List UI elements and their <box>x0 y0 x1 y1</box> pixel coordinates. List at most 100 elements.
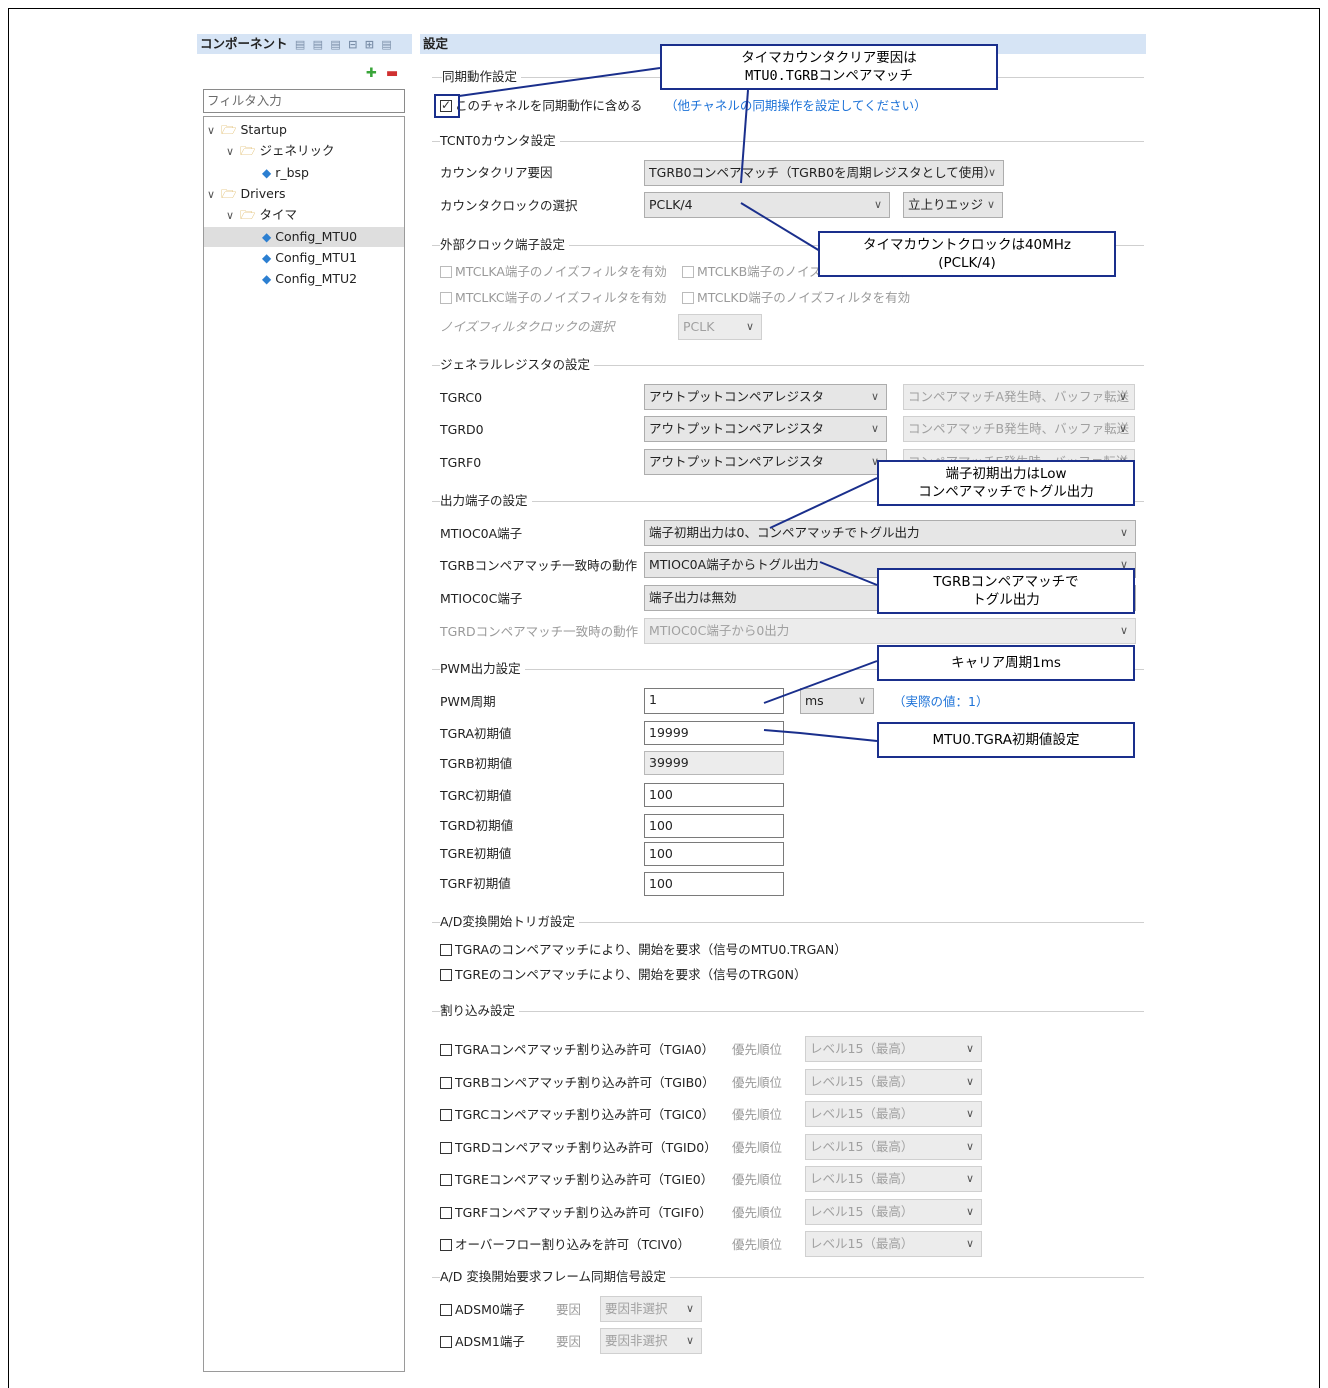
folder-icon: 🗁 <box>221 186 237 201</box>
checkbox[interactable] <box>440 1142 452 1154</box>
mtclkd-checkbox[interactable]: MTCLKD端子のノイズフィルタを有効 <box>682 290 910 306</box>
checkbox[interactable] <box>440 1174 452 1186</box>
checkbox[interactable] <box>440 1207 452 1219</box>
clock-edge-select[interactable]: 立上りエッジ ∨ <box>903 192 1003 218</box>
chevron-down-icon[interactable]: ∨ <box>207 185 221 205</box>
mtioc0a-select[interactable]: 端子初期出力は0、コンペアマッチでトグル出力 ∨ <box>644 520 1136 546</box>
toolbar-icon[interactable]: ▤ <box>313 35 323 55</box>
tgrd0-buffer-select[interactable]: コンペアマッチB発生時、バッファ転送 ∨ <box>903 416 1135 442</box>
chevron-down-icon[interactable]: ∨ <box>226 142 240 162</box>
noise-filter-clock-select[interactable]: PCLK ∨ <box>678 314 762 340</box>
checkbox[interactable] <box>682 266 694 278</box>
checkbox[interactable] <box>440 1304 452 1316</box>
tree-item-drivers[interactable]: ∨ 🗁 Drivers <box>207 184 285 205</box>
chevron-down-icon: ∨ <box>1118 422 1127 435</box>
ad-trigger-tgre-checkbox[interactable]: TGREのコンペアマッチにより、開始を要求（信号のTRG0N） <box>440 967 806 983</box>
tgrf-init-input[interactable]: 100 <box>644 872 784 896</box>
checkbox[interactable] <box>440 1044 452 1056</box>
priority-select[interactable]: レベル15（最高） ∨ <box>805 1166 982 1192</box>
priority-select[interactable]: レベル15（最高） ∨ <box>805 1069 982 1095</box>
chevron-down-icon: ∨ <box>986 198 995 211</box>
select-value: 立上りエッジ <box>908 197 984 212</box>
chevron-down-icon[interactable]: ∨ <box>226 206 240 226</box>
checkbox[interactable] <box>440 266 452 278</box>
adsm1-factor-select[interactable]: 要因非選択 ∨ <box>600 1328 702 1354</box>
expand-icon[interactable]: ⊞ <box>365 35 374 55</box>
collapse-icon[interactable]: ⊟ <box>348 35 357 55</box>
tree-item-config-mtu2[interactable]: ◆ Config_MTU2 <box>262 269 357 289</box>
counter-clock-select[interactable]: PCLK/4 ∨ <box>644 192 890 218</box>
tgrd-init-input[interactable]: 100 <box>644 814 784 838</box>
chevron-down-icon: ∨ <box>965 1075 974 1088</box>
tree-item-config-mtu0[interactable]: ◆ Config_MTU0 <box>204 227 404 247</box>
tgra-init-input[interactable]: 19999 <box>644 721 784 745</box>
tree-item-timer[interactable]: ∨ 🗁 タイマ <box>226 205 297 226</box>
checkbox[interactable] <box>682 292 694 304</box>
toolbar-icon[interactable]: ▤ <box>295 35 305 55</box>
interrupt-checkbox[interactable]: TGRBコンペアマッチ割り込み許可（TGIB0） <box>440 1075 715 1091</box>
callout-text: 端子初期出力はLow <box>945 466 1067 482</box>
chevron-down-icon[interactable]: ∨ <box>207 121 221 141</box>
tgrd0-select[interactable]: アウトプットコンペアレジスタ ∨ <box>644 416 887 442</box>
interrupt-checkbox[interactable]: TGRFコンペアマッチ割り込み許可（TGIF0） <box>440 1205 712 1221</box>
tgrd-match-select[interactable]: MTIOC0C端子から0出力 ∨ <box>644 618 1136 644</box>
callout-text: (PCLK/4) <box>938 255 996 271</box>
ad-trigger-tgra-checkbox[interactable]: TGRAのコンペアマッチにより、開始を要求（信号のMTU0.TRGAN） <box>440 942 847 958</box>
interrupt-checkbox[interactable]: TGRCコンペアマッチ割り込み許可（TGIC0） <box>440 1107 714 1123</box>
group-title-adsm: A/D 変換開始要求フレーム同期信号設定 <box>440 1269 670 1285</box>
filter-input[interactable]: フィルタ入力 <box>203 89 405 113</box>
tree-item-config-mtu1[interactable]: ◆ Config_MTU1 <box>262 248 357 268</box>
checkbox[interactable] <box>440 969 452 981</box>
group-title-ad-trigger: A/D変換開始トリガ設定 <box>440 914 579 930</box>
tgrc0-buffer-select[interactable]: コンペアマッチA発生時、バッファ転送 ∨ <box>903 384 1135 410</box>
priority-select[interactable]: レベル15（最高） ∨ <box>805 1231 982 1257</box>
interrupt-checkbox[interactable]: TGRDコンペアマッチ割り込み許可（TGID0） <box>440 1140 717 1156</box>
adsm0-factor-select[interactable]: 要因非選択 ∨ <box>600 1296 702 1322</box>
interrupt-checkbox[interactable]: TGREコンペアマッチ割り込み許可（TGIE0） <box>440 1172 713 1188</box>
checkbox[interactable] <box>440 1109 452 1121</box>
add-component-icon[interactable]: ✚ <box>366 66 377 81</box>
pwm-period-input[interactable]: 1 <box>644 688 784 714</box>
checkbox[interactable] <box>440 944 452 956</box>
priority-select[interactable]: レベル15（最高） ∨ <box>805 1199 982 1225</box>
remove-component-icon[interactable]: ▬ <box>386 66 398 81</box>
checkbox[interactable] <box>440 97 452 113</box>
adsm1-checkbox[interactable]: ADSM1端子 <box>440 1334 525 1350</box>
sync-checkbox[interactable]: このチャネルを同期動作に含める <box>440 97 642 114</box>
checkbox[interactable] <box>440 292 452 304</box>
priority-select[interactable]: レベル15（最高） ∨ <box>805 1036 982 1062</box>
select-value: レベル15（最高） <box>810 1074 914 1089</box>
checkbox-label: ADSM1端子 <box>455 1334 525 1349</box>
pwm-actual-value: （実際の値：1） <box>893 694 989 709</box>
select-value: MTIOC0C端子から0出力 <box>649 623 790 638</box>
tgrc0-select[interactable]: アウトプットコンペアレジスタ ∨ <box>644 384 887 410</box>
priority-select[interactable]: レベル15（最高） ∨ <box>805 1101 982 1127</box>
tree-item-startup[interactable]: ∨ 🗁 Startup <box>207 120 287 141</box>
checkbox[interactable] <box>440 1077 452 1089</box>
sync-link[interactable]: （他チャネルの同期操作を設定してください） <box>665 98 927 114</box>
checkbox[interactable] <box>440 1239 452 1251</box>
tgre-init-input[interactable]: 100 <box>644 842 784 866</box>
callout-text: キャリア周期1ms <box>951 655 1061 671</box>
checkbox[interactable] <box>440 1336 452 1348</box>
tree-item-generic[interactable]: ∨ 🗁 ジェネリック <box>226 141 335 162</box>
toolbar-icon[interactable]: ▤ <box>381 35 391 55</box>
interrupt-checkbox[interactable]: オーバーフロー割り込みを許可（TCIV0） <box>440 1237 690 1253</box>
tree-item-r-bsp[interactable]: ◆ r_bsp <box>262 163 309 183</box>
toolbar-icon[interactable]: ▤ <box>330 35 340 55</box>
priority-select[interactable]: レベル15（最高） ∨ <box>805 1134 982 1160</box>
tgrc-init-input[interactable]: 100 <box>644 783 784 807</box>
interrupt-checkbox[interactable]: TGRAコンペアマッチ割り込み許可（TGIA0） <box>440 1042 714 1058</box>
select-value: アウトプットコンペアレジスタ <box>649 421 825 436</box>
pwm-unit-select[interactable]: ms ∨ <box>800 688 874 714</box>
tree-item-label: ジェネリック <box>259 143 335 158</box>
mtclkc-checkbox[interactable]: MTCLKC端子のノイズフィルタを有効 <box>440 290 667 306</box>
counter-clear-select[interactable]: TGRB0コンペアマッチ（TGRB0を周期レジスタとして使用） ∨ <box>644 160 1004 186</box>
tgrb-init-input: 39999 <box>644 751 784 775</box>
select-value: PCLK <box>683 319 715 334</box>
mtclka-checkbox[interactable]: MTCLKA端子のノイズフィルタを有効 <box>440 264 667 280</box>
adsm0-checkbox[interactable]: ADSM0端子 <box>440 1302 525 1318</box>
tgrf0-select[interactable]: アウトプットコンペアレジスタ ∨ <box>644 449 887 475</box>
group-title-ext-clock: 外部クロック端子設定 <box>440 237 570 253</box>
chevron-down-icon: ∨ <box>965 1107 974 1120</box>
